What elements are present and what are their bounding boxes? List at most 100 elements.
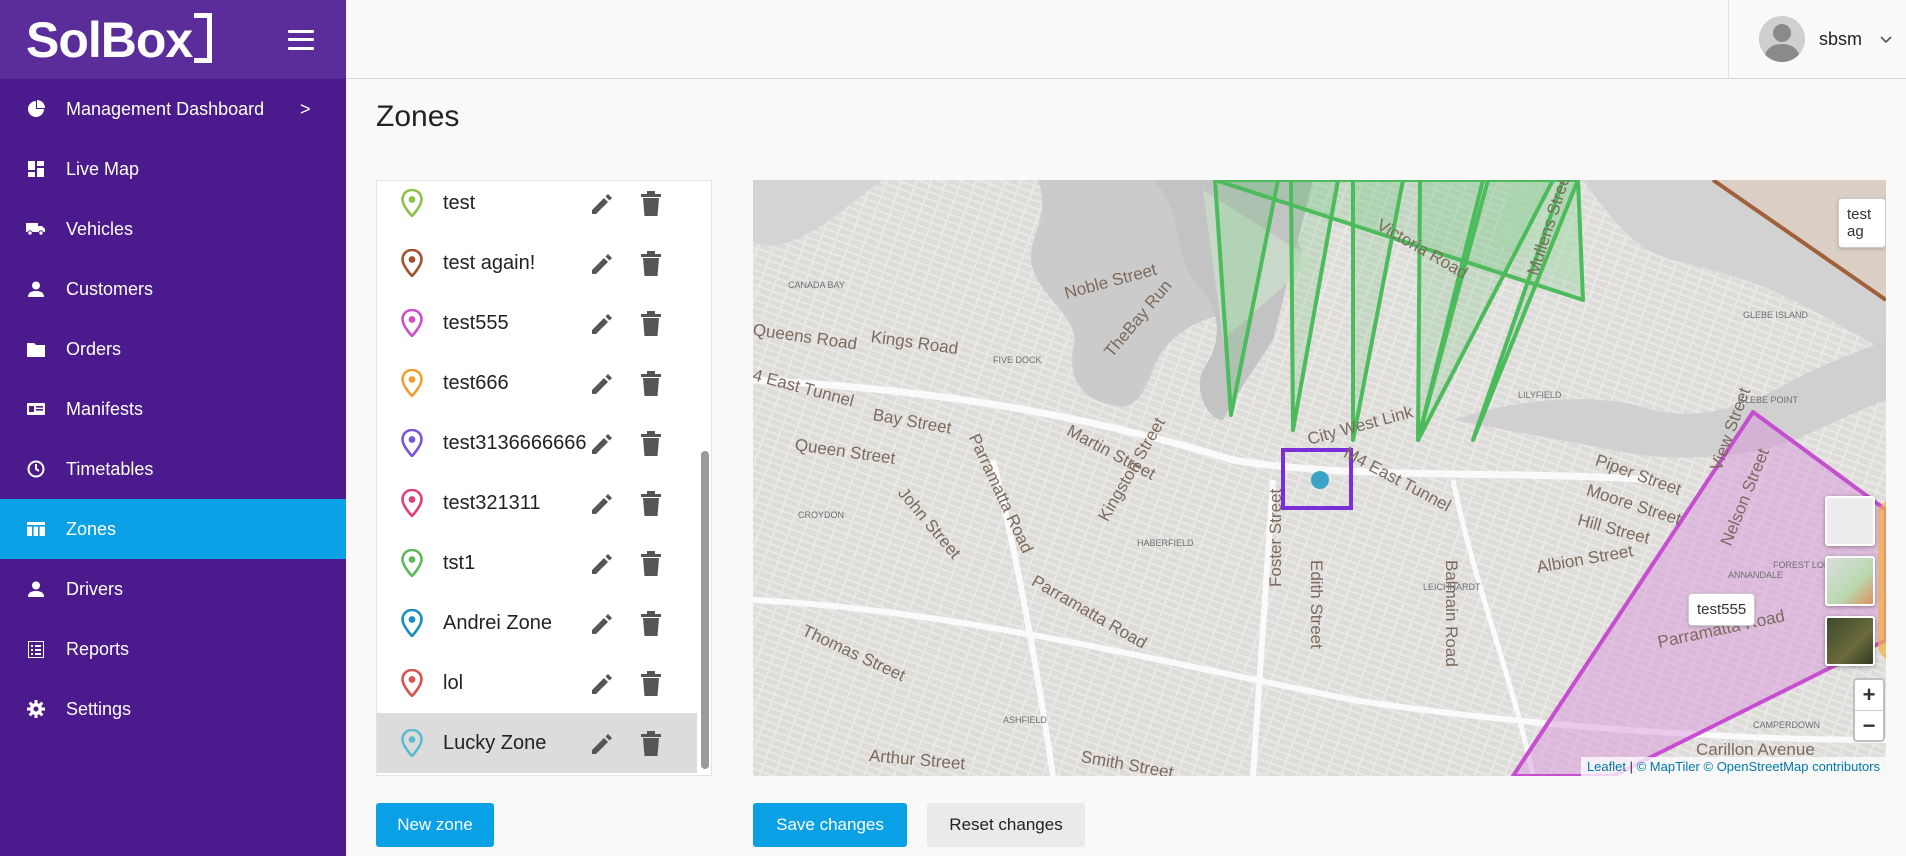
chevron-down-icon [1880,31,1892,47]
sidebar-item-label: Timetables [66,458,154,479]
menu-toggle-icon[interactable] [288,29,314,50]
sidebar-item-label: Live Map [66,158,140,179]
logo-bracket [194,12,213,63]
layer-streets-button[interactable] [1825,556,1875,606]
edit-pencil-icon[interactable] [589,191,615,217]
app-logo[interactable]: SolBox [26,11,213,69]
zoom-control: + − [1853,678,1885,742]
place-label: GLEBE POINT [1738,395,1799,405]
sidebar-item-zones[interactable]: Zones [0,499,346,559]
edit-pencil-icon[interactable] [589,491,615,517]
place-label: HABERFIELD [1137,538,1194,548]
zoom-out-button[interactable]: − [1855,710,1883,740]
trash-icon[interactable] [639,311,663,337]
zone-name: test555 [443,311,509,334]
sidebar-nav: Management Dashboard > Live Map Vehicles… [0,79,346,739]
sidebar-item-timetables[interactable]: Timetables [0,439,346,499]
sidebar-item-reports[interactable]: Reports [0,619,346,679]
osm-link[interactable]: © OpenStreetMap contributors [1704,759,1881,774]
zone-tooltip: test555 [1688,593,1756,626]
place-label: ANNANDALE [1728,570,1784,580]
map-pin-icon [401,189,423,217]
sidebar-item-manifests[interactable]: Manifests [0,379,346,439]
trash-icon[interactable] [639,671,663,697]
sidebar-item-live-map[interactable]: Live Map [0,139,346,199]
trash-icon[interactable] [639,371,663,397]
sidebar-item-orders[interactable]: Orders [0,319,346,379]
zone-name: test3136666666 [443,431,587,454]
place-label: LILYFIELD [1518,390,1562,400]
zone-row[interactable]: lol [377,653,697,713]
zone-row[interactable]: Andrei Zone [377,593,697,653]
edit-pencil-icon[interactable] [589,611,615,637]
zone-row[interactable]: test555 [377,293,697,353]
zone-name: tst1 [443,551,476,574]
dashboard-grid-icon [26,159,46,179]
trash-icon[interactable] [639,551,663,577]
sidebar-item-label: Orders [66,338,122,359]
trash-icon[interactable] [639,611,663,637]
app-logo-text: SolBox [26,11,193,68]
sidebar-item-management-dashboard[interactable]: Management Dashboard > [0,79,346,139]
zone-name: Andrei Zone [443,611,552,634]
zone-row[interactable]: tst1 [377,533,697,593]
gear-icon [26,699,46,719]
street-label: Balmain Road [1442,560,1461,667]
trash-icon[interactable] [639,191,663,217]
username: sbsm [1819,28,1863,49]
chevron-right-icon: > [300,98,311,119]
clock-icon [26,459,46,479]
trash-icon[interactable] [639,491,663,517]
edit-pencil-icon[interactable] [589,251,615,277]
map-attribution: Leaflet | © MapTiler © OpenStreetMap con… [1580,757,1886,776]
pie-chart-icon [26,99,46,119]
place-label: LEICHHARDT [1423,582,1481,592]
sidebar-item-label: Reports [66,638,130,659]
zone-row[interactable]: test3136666666 [377,413,697,473]
sidebar-item-label: Zones [66,518,117,539]
zone-row[interactable]: test [377,181,697,233]
layer-satellite-button[interactable] [1825,616,1875,666]
edit-pencil-icon[interactable] [589,311,615,337]
zone-row[interactable]: Lucky Zone [377,713,697,773]
trash-icon[interactable] [639,431,663,457]
zone-row[interactable]: test666 [377,353,697,413]
edit-pencil-icon[interactable] [589,431,615,457]
zoom-in-button[interactable]: + [1855,680,1883,710]
top-bar: sbsm [346,0,1906,79]
edit-pencil-icon[interactable] [589,551,615,577]
trash-icon[interactable] [639,731,663,757]
map-pin-icon [401,609,423,637]
save-changes-button[interactable]: Save changes [753,803,907,847]
sidebar-item-vehicles[interactable]: Vehicles [0,199,346,259]
reset-changes-button[interactable]: Reset changes [927,803,1085,847]
sidebar-item-customers[interactable]: Customers [0,259,346,319]
sidebar-item-label: Management Dashboard [66,98,265,119]
sidebar-item-label: Settings [66,698,132,719]
table-icon [26,519,46,539]
zone-list-scrollbar[interactable] [701,451,709,769]
zone-map[interactable]: Noble Street Victoria Road Mullens Street Q… [753,180,1886,776]
id-card-icon [26,399,46,419]
map-pin-icon [401,549,423,577]
maptiler-link[interactable]: © MapTiler [1637,759,1700,774]
edit-pencil-icon[interactable] [589,731,615,757]
truck-icon [26,219,46,239]
edit-pencil-icon[interactable] [589,671,615,697]
new-zone-button[interactable]: New zone [376,803,494,847]
zone-row[interactable]: test again! [377,233,697,293]
trash-icon[interactable] [639,251,663,277]
page-title: Zones [376,100,460,133]
zone-row[interactable]: test321311 [377,473,697,533]
edit-pencil-icon[interactable] [589,371,615,397]
sidebar-item-drivers[interactable]: Drivers [0,559,346,619]
zone-name: test again! [443,251,536,274]
user-menu[interactable]: sbsm [1728,0,1906,78]
sidebar-item-settings[interactable]: Settings [0,679,346,739]
place-label: GLEBE ISLAND [1743,310,1809,320]
logo-bar: SolBox [0,0,346,79]
layer-plain-button[interactable] [1825,496,1875,546]
leaflet-link[interactable]: Leaflet [1587,759,1626,774]
zone-list: test test again! test555 test666 test3136666… [376,180,712,776]
map-pin-icon [401,669,423,697]
